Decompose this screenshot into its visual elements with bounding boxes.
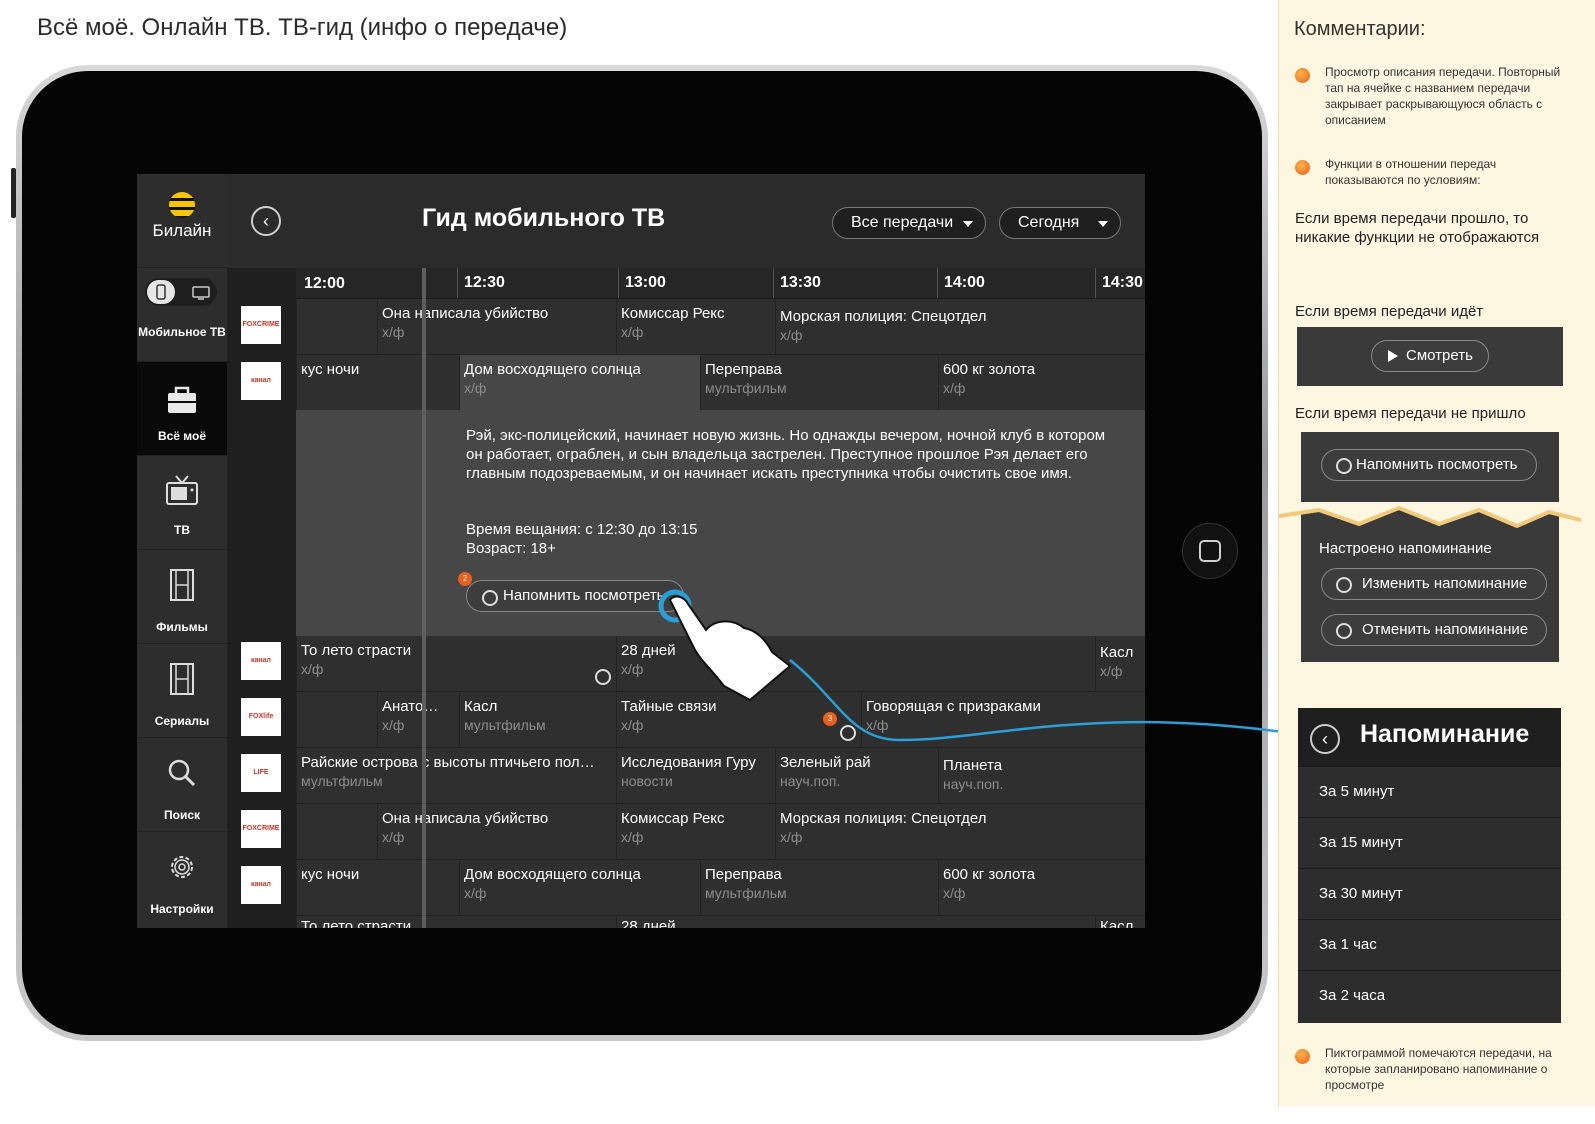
condition-now: Если время передачи идёт <box>1295 303 1484 320</box>
note-1: Просмотр описания передачи. Повторный та… <box>1325 65 1561 127</box>
remind-label: Напомнить посмотреть <box>1356 456 1518 473</box>
reminder-set-text: Настроено напоминание <box>1319 540 1492 557</box>
annotation-badge-2 <box>1295 160 1310 175</box>
reminder-states-panel: Напомнить посмотреть Настроено напоминан… <box>1279 432 1581 662</box>
condition-future: Если время передачи не пришло <box>1295 405 1526 422</box>
reminder-option[interactable]: За 15 минут <box>1298 817 1561 868</box>
remind-button[interactable]: Напомнить посмотреть <box>1321 449 1537 481</box>
reminder-title: Напоминание <box>1360 720 1530 748</box>
back-button[interactable]: ‹ <box>1310 724 1340 754</box>
play-icon <box>1388 350 1398 362</box>
watch-label: Смотреть <box>1406 347 1473 364</box>
note-2: Функции в отношении передач показываются… <box>1325 157 1497 187</box>
reminder-header: ‹ Напоминание <box>1298 708 1561 766</box>
reminder-option[interactable]: За 1 час <box>1298 919 1561 970</box>
cancel-reminder-label: Отменить напоминание <box>1362 621 1529 638</box>
stopwatch-icon <box>1336 458 1352 474</box>
watch-button[interactable]: Смотреть <box>1371 340 1489 372</box>
reminder-panel: ‹ Напоминание За 5 минут За 15 минут За … <box>1298 708 1561 1023</box>
flow-arrow <box>789 659 1291 742</box>
condition-past: Если время передачи прошло, то никакие ф… <box>1295 210 1540 246</box>
annotation-badge-1 <box>1295 68 1310 83</box>
break-line <box>1279 502 1581 529</box>
cancel-reminder-button[interactable]: Отменить напоминание <box>1321 614 1547 646</box>
note-3: Пиктограммой помечаются передачи, на кот… <box>1325 1046 1552 1092</box>
hand-pointer-icon <box>658 589 792 702</box>
reminder-option[interactable]: За 2 часа <box>1298 970 1561 1021</box>
change-reminder-button[interactable]: Изменить напоминание <box>1321 568 1547 600</box>
reminder-option[interactable]: За 5 минут <box>1298 766 1561 817</box>
reminder-option[interactable]: За 30 минут <box>1298 868 1561 919</box>
annotation-badge-3 <box>1295 1049 1310 1064</box>
comments-title: Комментарии: <box>1294 18 1426 40</box>
watch-panel: Смотреть <box>1297 327 1563 386</box>
stopwatch-icon <box>1336 577 1352 593</box>
stopwatch-icon <box>1336 623 1352 639</box>
change-reminder-label: Изменить напоминание <box>1362 575 1528 592</box>
